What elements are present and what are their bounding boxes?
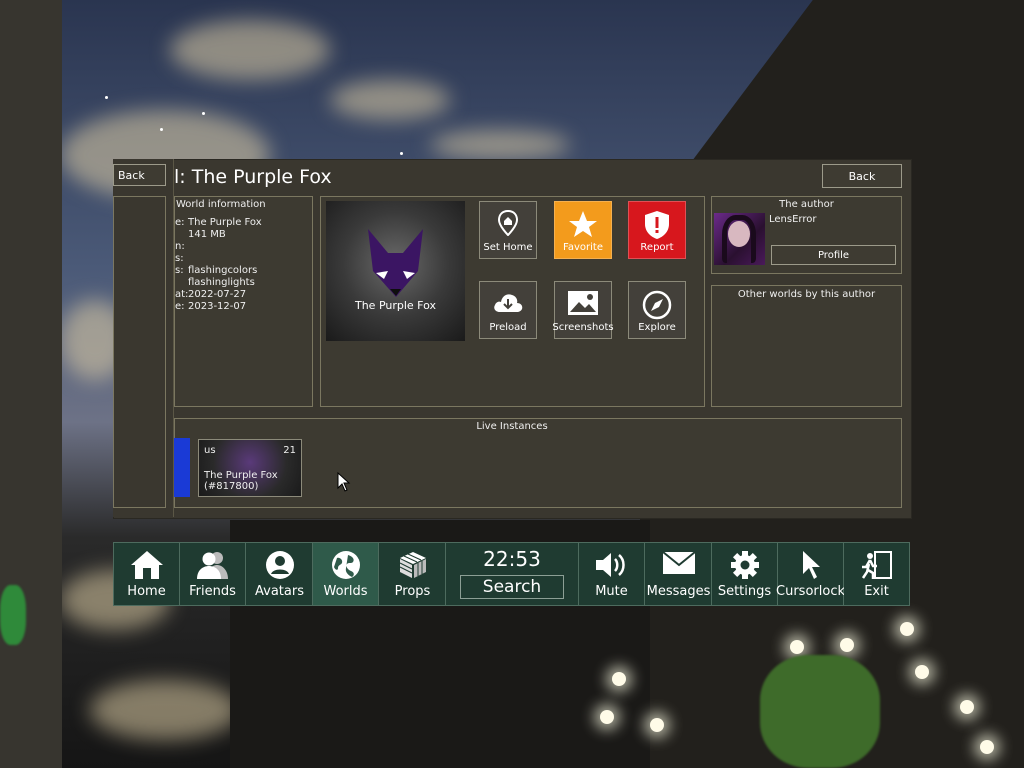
menu-props[interactable]: Props <box>380 543 446 605</box>
left-side-box <box>113 196 166 508</box>
friends-icon <box>196 552 228 579</box>
cube-icon <box>399 552 426 578</box>
menu-avatars-label: Avatars <box>255 584 304 599</box>
instance-card[interactable]: us 21 The Purple Fox (#817800) <box>198 439 302 497</box>
menu-home[interactable]: Home <box>114 543 180 605</box>
avatar <box>714 213 765 265</box>
star-icon <box>569 211 597 237</box>
menu-cursorlock[interactable]: Cursorlock <box>776 543 845 605</box>
info-key: n: <box>175 241 185 252</box>
info-world-name: The Purple Fox <box>188 217 262 228</box>
explore-label: Explore <box>638 322 676 333</box>
profile-button[interactable]: Profile <box>771 245 896 265</box>
info-upload-date: 2022-07-27 <box>188 289 247 300</box>
menu-exit-label: Exit <box>864 584 889 599</box>
preload-label: Preload <box>489 322 527 333</box>
info-key: e: <box>175 217 185 228</box>
menu-messages-label: Messages <box>646 584 711 599</box>
info-update-date: 2023-12-07 <box>188 301 247 312</box>
location-pin-icon <box>497 210 519 236</box>
instance-id: (#817800) <box>204 481 259 492</box>
info-size: 141 MB <box>188 229 226 240</box>
menu-mute[interactable]: Mute <box>579 543 645 605</box>
menu-exit[interactable]: Exit <box>844 543 909 605</box>
avatar-icon <box>265 551 294 579</box>
globe-icon <box>331 551 360 579</box>
fox-logo-icon <box>368 229 423 297</box>
favorite-label: Favorite <box>563 242 603 253</box>
menu-settings[interactable]: Settings <box>712 543 778 605</box>
menu-settings-label: Settings <box>717 584 772 599</box>
info-key: s: <box>175 253 184 264</box>
other-worlds-heading: Other worlds by this author <box>737 289 876 300</box>
instance-player-count: 21 <box>283 445 296 456</box>
instance-card-partial[interactable] <box>174 438 190 497</box>
search-button[interactable]: Search <box>460 575 564 599</box>
world-info-heading: World information <box>176 199 266 210</box>
info-tag: flashinglights <box>188 277 255 288</box>
compass-icon <box>642 290 672 320</box>
gear-icon <box>730 551 759 579</box>
info-key: at: <box>175 289 189 300</box>
menu-home-label: Home <box>127 584 166 599</box>
menu-mute-label: Mute <box>595 584 628 599</box>
envelope-icon <box>661 551 696 574</box>
clock-time: 22:53 <box>483 547 541 571</box>
page-title: l: The Purple Fox <box>174 166 332 188</box>
info-key: s: <box>175 265 184 276</box>
mouse-cursor-icon <box>337 472 351 492</box>
thumbnail-caption: The Purple Fox <box>354 299 437 312</box>
set-home-label: Set Home <box>483 242 533 253</box>
set-home-button[interactable]: Set Home <box>479 201 537 259</box>
clock-search-panel: 22:53 Search <box>446 543 579 605</box>
author-heading: The author <box>779 199 834 210</box>
info-tag: flashingcolors <box>188 265 258 276</box>
exit-door-icon <box>861 551 892 579</box>
image-icon <box>568 291 598 315</box>
cursor-icon <box>802 551 820 579</box>
menu-worlds[interactable]: Worlds <box>313 543 379 605</box>
other-worlds-box <box>711 285 902 407</box>
menu-messages[interactable]: Messages <box>646 543 712 605</box>
back-button-left[interactable]: Back <box>113 164 166 186</box>
explore-button[interactable]: Explore <box>628 281 686 339</box>
report-button[interactable]: Report <box>628 201 686 259</box>
cloud-download-icon <box>494 294 523 312</box>
screenshots-label: Screenshots <box>552 322 614 333</box>
menu-avatars[interactable]: Avatars <box>247 543 313 605</box>
menu-props-label: Props <box>394 584 431 599</box>
world-thumbnail: The Purple Fox <box>326 201 465 341</box>
preload-button[interactable]: Preload <box>479 281 537 339</box>
report-label: Report <box>640 242 674 253</box>
speaker-icon <box>595 553 625 577</box>
menu-worlds-label: Worlds <box>323 584 368 599</box>
live-instances-heading: Live Instances <box>476 421 548 432</box>
menu-friends-label: Friends <box>189 584 236 599</box>
home-icon <box>130 551 163 579</box>
info-key: e: <box>175 301 185 312</box>
back-button[interactable]: Back <box>822 164 902 188</box>
favorite-button[interactable]: Favorite <box>554 201 612 259</box>
instance-region: us <box>204 445 216 456</box>
author-name[interactable]: LensError <box>769 214 816 225</box>
instance-name: The Purple Fox <box>204 470 278 481</box>
menu-cursorlock-label: Cursorlock <box>776 584 845 599</box>
menu-friends[interactable]: Friends <box>180 543 246 605</box>
screenshots-button[interactable]: Screenshots <box>552 281 614 339</box>
shield-alert-icon <box>645 211 669 239</box>
